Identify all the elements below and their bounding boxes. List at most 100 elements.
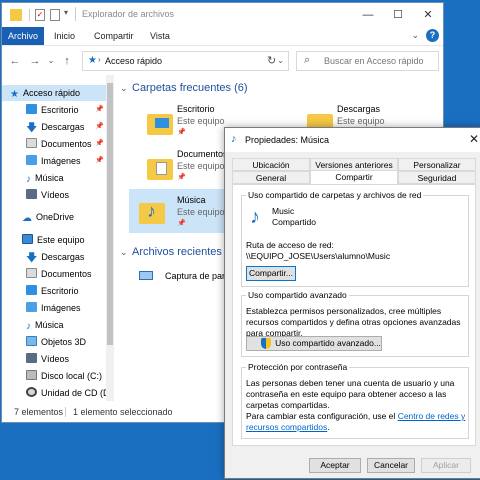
sidebar-item-label: Descargas bbox=[41, 252, 85, 262]
folder-icon: ♪ bbox=[139, 199, 165, 225]
sidebar-item-videos[interactable]: Vídeos bbox=[2, 187, 110, 203]
documents-folder-icon bbox=[26, 268, 37, 278]
forward-arrow-icon[interactable]: → bbox=[28, 54, 42, 68]
tab-inicio[interactable]: Inicio bbox=[54, 27, 75, 45]
search-input[interactable]: ⌕ Buscar en Acceso rápido bbox=[296, 51, 439, 71]
back-arrow-icon[interactable]: ← bbox=[8, 54, 22, 68]
sidebar-item-disco-local[interactable]: Disco local (C:) bbox=[2, 368, 110, 384]
new-folder-icon[interactable] bbox=[50, 9, 60, 21]
sidebar-item-este-equipo[interactable]: Este equipo bbox=[2, 232, 110, 248]
advanced-sharing-button[interactable]: Uso compartido avanzado... bbox=[246, 336, 382, 351]
computer-icon bbox=[22, 234, 33, 244]
separator bbox=[29, 9, 30, 21]
sidebar-item-label: Imágenes bbox=[41, 156, 81, 166]
sidebar-item-label: Documentos bbox=[41, 269, 92, 279]
section-title: Uso compartido avanzado bbox=[246, 290, 349, 300]
address-text: Acceso rápido bbox=[105, 56, 163, 66]
item-count: 7 elementos bbox=[14, 407, 64, 417]
sidebar-item-escritorio-pc[interactable]: Escritorio bbox=[2, 283, 110, 299]
title-bar: ✓ ▾ Explorador de archivos — ☐ ✕ bbox=[2, 3, 443, 27]
sidebar-item-acceso-rapido[interactable]: ★ Acceso rápido bbox=[2, 85, 110, 101]
star-icon: ★ bbox=[10, 89, 19, 100]
sidebar-item-escritorio[interactable]: Escritorio 📌 bbox=[2, 102, 110, 118]
sidebar-item-musica-pc[interactable]: ♪ Música bbox=[2, 317, 110, 333]
tab-ubicacion[interactable]: Ubicación bbox=[232, 158, 310, 171]
tab-archivo[interactable]: Archivo bbox=[2, 27, 44, 45]
desktop-folder-icon bbox=[26, 285, 37, 295]
chevron-down-icon[interactable]: ⌄ bbox=[120, 247, 128, 258]
address-bar[interactable]: ★ › Acceso rápido ⌄ bbox=[82, 51, 289, 71]
download-arrow-icon: 🡇 bbox=[26, 252, 38, 264]
sidebar-item-documentos-pc[interactable]: Documentos bbox=[2, 266, 110, 282]
sidebar-item-musica[interactable]: ♪ Música bbox=[2, 170, 110, 186]
navigation-pane: ★ Acceso rápido Escritorio 📌 🡇 Descargas 📌 D… bbox=[2, 75, 114, 401]
chevron-right-icon[interactable]: › bbox=[98, 55, 101, 64]
dialog-title: Propiedades: Música bbox=[245, 135, 330, 145]
pin-icon: 📌 bbox=[177, 220, 186, 227]
help-icon[interactable]: ? bbox=[426, 29, 439, 42]
search-icon: ⌕ bbox=[304, 54, 311, 66]
chevron-down-icon[interactable]: ⌄ bbox=[277, 56, 284, 65]
recent-locations-icon[interactable]: ⌄ bbox=[44, 54, 58, 68]
sidebar-item-videos-pc[interactable]: Vídeos bbox=[2, 351, 110, 367]
sidebar-item-label: Vídeos bbox=[41, 354, 70, 364]
close-button[interactable]: ✕ bbox=[469, 132, 479, 146]
sidebar-item-label: Acceso rápido bbox=[22, 88, 81, 98]
group-header-frecuentes[interactable]: Carpetas frecuentes (6) bbox=[132, 82, 248, 94]
ok-button[interactable]: Aceptar bbox=[309, 458, 361, 473]
cd-drive-icon bbox=[26, 387, 37, 397]
star-icon: ★ bbox=[88, 55, 97, 66]
tab-compartir[interactable]: Compartir bbox=[310, 170, 398, 184]
settings-text-end: . bbox=[327, 422, 330, 432]
sidebar-item-documentos[interactable]: Documentos 📌 bbox=[2, 136, 110, 152]
password-settings-text: Para cambiar esta configuración, use el … bbox=[246, 411, 466, 433]
sidebar-item-label: Descargas bbox=[41, 122, 85, 132]
sidebar-item-objetos-3d[interactable]: Objetos 3D bbox=[2, 334, 110, 350]
tab-compartir[interactable]: Compartir bbox=[94, 27, 134, 45]
music-note-icon: ♪ bbox=[26, 174, 31, 185]
password-protection-description: Las personas deben tener una cuenta de u… bbox=[246, 378, 455, 410]
music-note-icon: ♪ bbox=[231, 133, 237, 145]
drive-icon bbox=[26, 370, 37, 380]
tab-general[interactable]: General bbox=[232, 171, 310, 184]
music-note-icon: ♪ bbox=[26, 321, 31, 332]
network-path-value: \\EQUIPO_JOSE\Users\alumno\Music bbox=[246, 251, 391, 261]
expand-ribbon-icon[interactable]: ⌄ bbox=[411, 30, 419, 41]
group-header-recientes[interactable]: Archivos recientes (1 bbox=[132, 246, 235, 258]
share-button[interactable]: Compartir... bbox=[246, 266, 296, 281]
sidebar-item-imagenes[interactable]: Imágenes 📌 bbox=[2, 153, 110, 169]
refresh-icon[interactable]: ↻ bbox=[267, 54, 276, 67]
maximize-button[interactable]: ☐ bbox=[383, 3, 413, 27]
sidebar-item-label: Documentos bbox=[41, 139, 92, 149]
separator bbox=[75, 7, 76, 21]
sidebar-item-descargas[interactable]: 🡇 Descargas 📌 bbox=[2, 119, 110, 135]
sidebar-item-onedrive[interactable]: ☁ OneDrive bbox=[2, 209, 110, 225]
cancel-button[interactable]: Cancelar bbox=[367, 458, 415, 473]
chevron-down-icon[interactable]: ⌄ bbox=[120, 83, 128, 94]
sidebar-item-label: Música bbox=[35, 173, 64, 183]
sidebar-item-unidad-cd[interactable]: Unidad de CD (D bbox=[2, 385, 110, 401]
sidebar-item-label: Este equipo bbox=[37, 235, 85, 245]
folder-location: Este equipo bbox=[177, 116, 225, 126]
minimize-button[interactable]: — bbox=[353, 3, 383, 27]
tab-seguridad[interactable]: Seguridad bbox=[398, 171, 476, 184]
tab-vista[interactable]: Vista bbox=[150, 27, 170, 45]
chevron-down-icon[interactable]: ▾ bbox=[64, 8, 68, 17]
shield-icon bbox=[261, 338, 271, 349]
selection-count: 1 elemento seleccionado bbox=[73, 407, 173, 417]
up-arrow-icon[interactable]: ↑ bbox=[60, 54, 74, 68]
tab-personalizar[interactable]: Personalizar bbox=[398, 158, 476, 171]
ribbon-tabs: Archivo Inicio Compartir Vista ⌄ ? bbox=[2, 27, 443, 45]
sidebar-item-imagenes-pc[interactable]: Imágenes bbox=[2, 300, 110, 316]
advanced-sharing-section: Uso compartido avanzado Establezca permi… bbox=[241, 290, 469, 357]
apply-button[interactable]: Aplicar bbox=[421, 458, 471, 473]
properties-icon[interactable]: ✓ bbox=[35, 9, 45, 21]
pin-icon: 📌 bbox=[95, 106, 104, 113]
section-title: Protección por contraseña bbox=[246, 362, 350, 372]
sidebar-scrollbar[interactable] bbox=[106, 75, 114, 401]
address-row: ← → ⌄ ↑ ★ › Acceso rápido ⌄ ↻ ⌕ Buscar e… bbox=[2, 45, 443, 75]
close-button[interactable]: ✕ bbox=[413, 3, 443, 27]
scrollbar-thumb[interactable] bbox=[107, 83, 113, 345]
music-folder-icon: ♪ bbox=[250, 206, 260, 228]
sidebar-item-descargas-pc[interactable]: 🡇 Descargas bbox=[2, 249, 110, 265]
